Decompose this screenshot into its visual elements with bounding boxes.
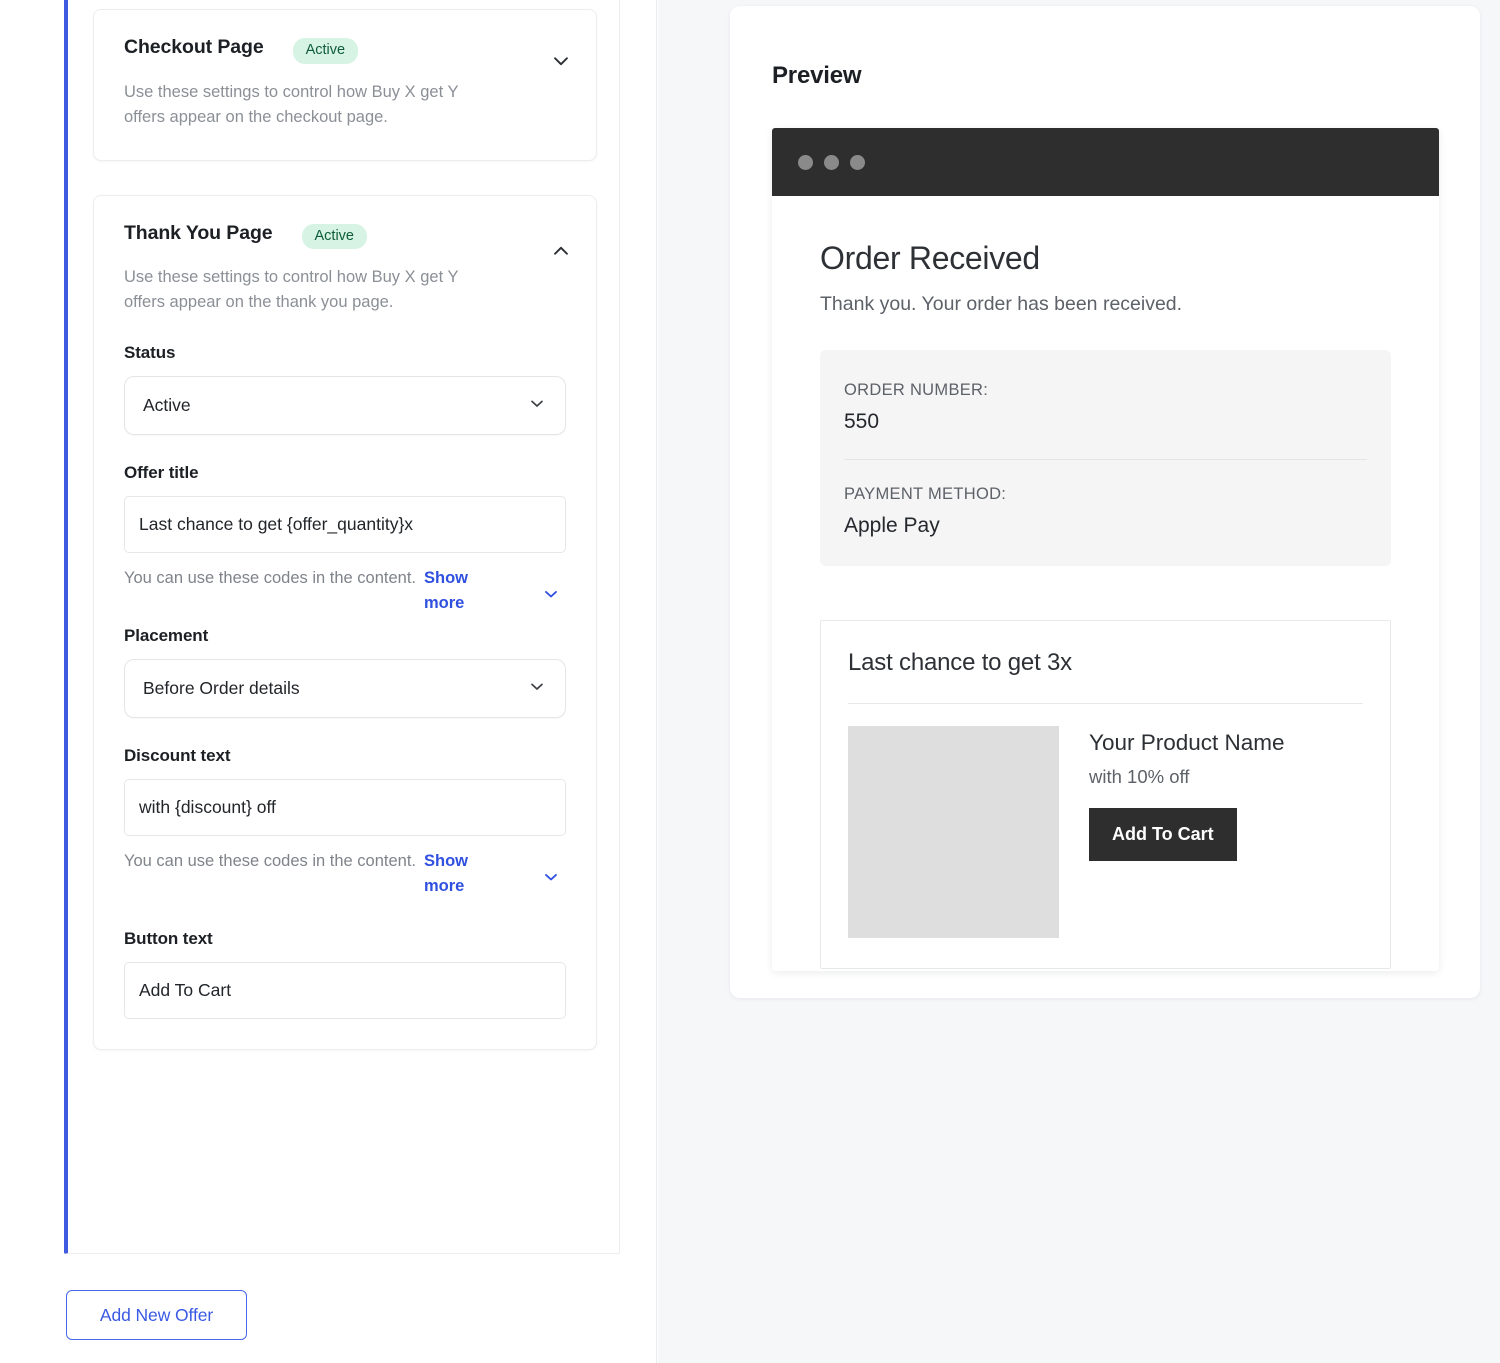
- checkout-page-card[interactable]: Checkout Page Active Use these settings …: [93, 9, 597, 161]
- thank-you-page-card[interactable]: Thank You Page Active Use these settings…: [93, 194, 597, 1050]
- button-text-input[interactable]: [124, 962, 566, 1019]
- preview-offer-body: Your Product Name with 10% off Add To Ca…: [848, 726, 1363, 938]
- preview-offer-card: Last chance to get 3x Your Product Name …: [820, 620, 1391, 969]
- product-info: Your Product Name with 10% off Add To Ca…: [1089, 726, 1285, 938]
- payment-method-label: PAYMENT METHOD:: [844, 485, 1007, 503]
- order-details-box: ORDER NUMBER: 550 PAYMENT METHOD: Apple …: [820, 350, 1391, 566]
- product-discount-text: with 10% off: [1089, 766, 1190, 787]
- discount-text-input[interactable]: [124, 779, 566, 836]
- settings-cards: Checkout Page Active Use these settings …: [93, 9, 597, 1050]
- order-received-title: Order Received: [820, 240, 1040, 276]
- placement-select-value: Before Order details: [143, 678, 300, 698]
- traffic-light-maximize-icon: [850, 154, 865, 170]
- chevron-down-icon[interactable]: [541, 584, 561, 609]
- order-number-label: ORDER NUMBER:: [844, 381, 989, 399]
- offer-title-helper: You can use these codes in the content. …: [124, 566, 566, 618]
- placement-field: Placement Before Order details: [124, 626, 566, 718]
- button-text-label: Button text: [124, 929, 213, 948]
- chevron-down-icon[interactable]: [541, 867, 561, 892]
- discount-text-show-more-link[interactable]: Show more: [424, 849, 486, 899]
- preview-offer-title: Last chance to get 3x: [848, 649, 1072, 676]
- offer-title-show-more-link[interactable]: Show more: [424, 566, 486, 616]
- offer-title-helper-text: You can use these codes in the content.: [124, 569, 417, 587]
- order-details-divider: [844, 459, 1367, 460]
- offer-group-container: Checkout Page Active Use these settings …: [64, 0, 620, 1254]
- add-to-cart-button[interactable]: Add To Cart: [1089, 808, 1237, 861]
- order-received-subtitle: Thank you. Your order has been received.: [820, 293, 1183, 315]
- discount-text-field: Discount text You can use these codes in…: [124, 746, 566, 901]
- add-new-offer-button[interactable]: Add New Offer: [66, 1290, 247, 1340]
- product-name: Your Product Name: [1089, 730, 1285, 755]
- chevron-down-icon[interactable]: [548, 48, 574, 74]
- traffic-light-close-icon: [798, 154, 813, 170]
- payment-method-value: Apple Pay: [844, 514, 940, 537]
- discount-text-helper: You can use these codes in the content. …: [124, 849, 566, 901]
- placement-select[interactable]: Before Order details: [124, 659, 566, 718]
- order-number-value: 550: [844, 410, 880, 433]
- checkout-page-status-badge: Active: [292, 38, 359, 64]
- preview-offer-divider: [848, 703, 1363, 704]
- order-number-row: ORDER NUMBER: 550: [844, 381, 1367, 434]
- chevron-down-icon: [527, 676, 547, 701]
- button-text-field: Button text: [124, 929, 566, 1019]
- thank-you-page-card-header: Thank You Page Active: [124, 221, 566, 249]
- app-screen: Checkout Page Active Use these settings …: [0, 0, 1500, 1363]
- thank-you-page-preview: Order Received Thank you. Your order has…: [772, 196, 1439, 969]
- chevron-down-icon: [527, 393, 547, 418]
- status-field: Status Active: [124, 343, 566, 435]
- thank-you-page-description: Use these settings to control how Buy X …: [124, 268, 459, 311]
- checkout-page-title: Checkout Page: [124, 36, 264, 58]
- placement-label: Placement: [124, 626, 209, 645]
- preview-panel-region: Preview Order Received Thank you. Your o…: [658, 0, 1500, 1363]
- offer-title-field: Offer title You can use these codes in t…: [124, 463, 566, 618]
- offer-title-label: Offer title: [124, 463, 199, 482]
- status-select[interactable]: Active: [124, 376, 566, 435]
- status-select-value: Active: [143, 395, 191, 415]
- thank-you-page-title: Thank You Page: [124, 221, 273, 244]
- preview-heading: Preview: [772, 62, 862, 89]
- browser-mockup: Order Received Thank you. Your order has…: [772, 128, 1439, 971]
- discount-text-label: Discount text: [124, 746, 231, 765]
- discount-text-helper-text: You can use these codes in the content.: [124, 852, 417, 870]
- checkout-page-description: Use these settings to control how Buy X …: [124, 82, 459, 126]
- product-image-placeholder: [848, 726, 1059, 938]
- thank-you-page-status-badge: Active: [301, 223, 367, 249]
- preview-card: Preview Order Received Thank you. Your o…: [730, 6, 1480, 998]
- status-label: Status: [124, 343, 176, 362]
- offer-title-input[interactable]: [124, 496, 566, 553]
- traffic-light-minimize-icon: [824, 154, 839, 170]
- chevron-up-icon[interactable]: [548, 238, 574, 264]
- payment-method-row: PAYMENT METHOD: Apple Pay: [844, 485, 1367, 538]
- browser-titlebar: [772, 128, 1439, 196]
- checkout-page-card-header: Checkout Page Active: [124, 36, 566, 64]
- settings-panel: Checkout Page Active Use these settings …: [0, 0, 657, 1363]
